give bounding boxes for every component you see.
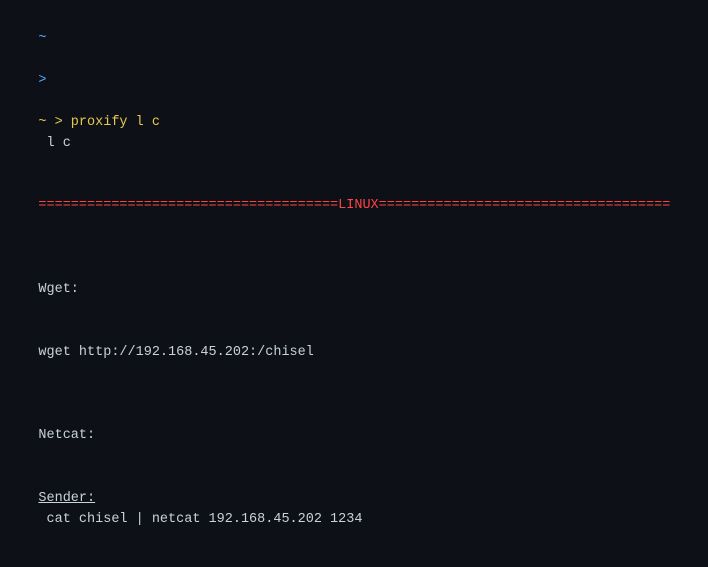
wget-header-line: Wget: bbox=[6, 259, 702, 322]
sender-label: Sender: bbox=[38, 491, 95, 506]
blank-1 bbox=[6, 238, 702, 259]
prompt-line: ~ > ~ > proxify l c l c bbox=[6, 8, 702, 175]
netcat-header-line: Netcat: bbox=[6, 406, 702, 469]
tilde: ~ bbox=[38, 31, 46, 46]
sender-line: Sender: cat chisel | netcat 192.168.45.2… bbox=[6, 468, 702, 552]
prompt-arrow: > bbox=[38, 73, 46, 88]
receiver-line: Receiver: nc -l -p 1234 -q 1 > chisel < … bbox=[6, 552, 702, 567]
blank-2 bbox=[6, 385, 702, 406]
terminal: ~ > ~ > proxify l c l c ================… bbox=[0, 0, 708, 567]
wget-cmd-line: wget http://192.168.45.202:/chisel bbox=[6, 322, 702, 385]
linux-separator: =====================================LIN… bbox=[6, 175, 702, 238]
command-text: ~ > proxify l c bbox=[38, 115, 160, 130]
